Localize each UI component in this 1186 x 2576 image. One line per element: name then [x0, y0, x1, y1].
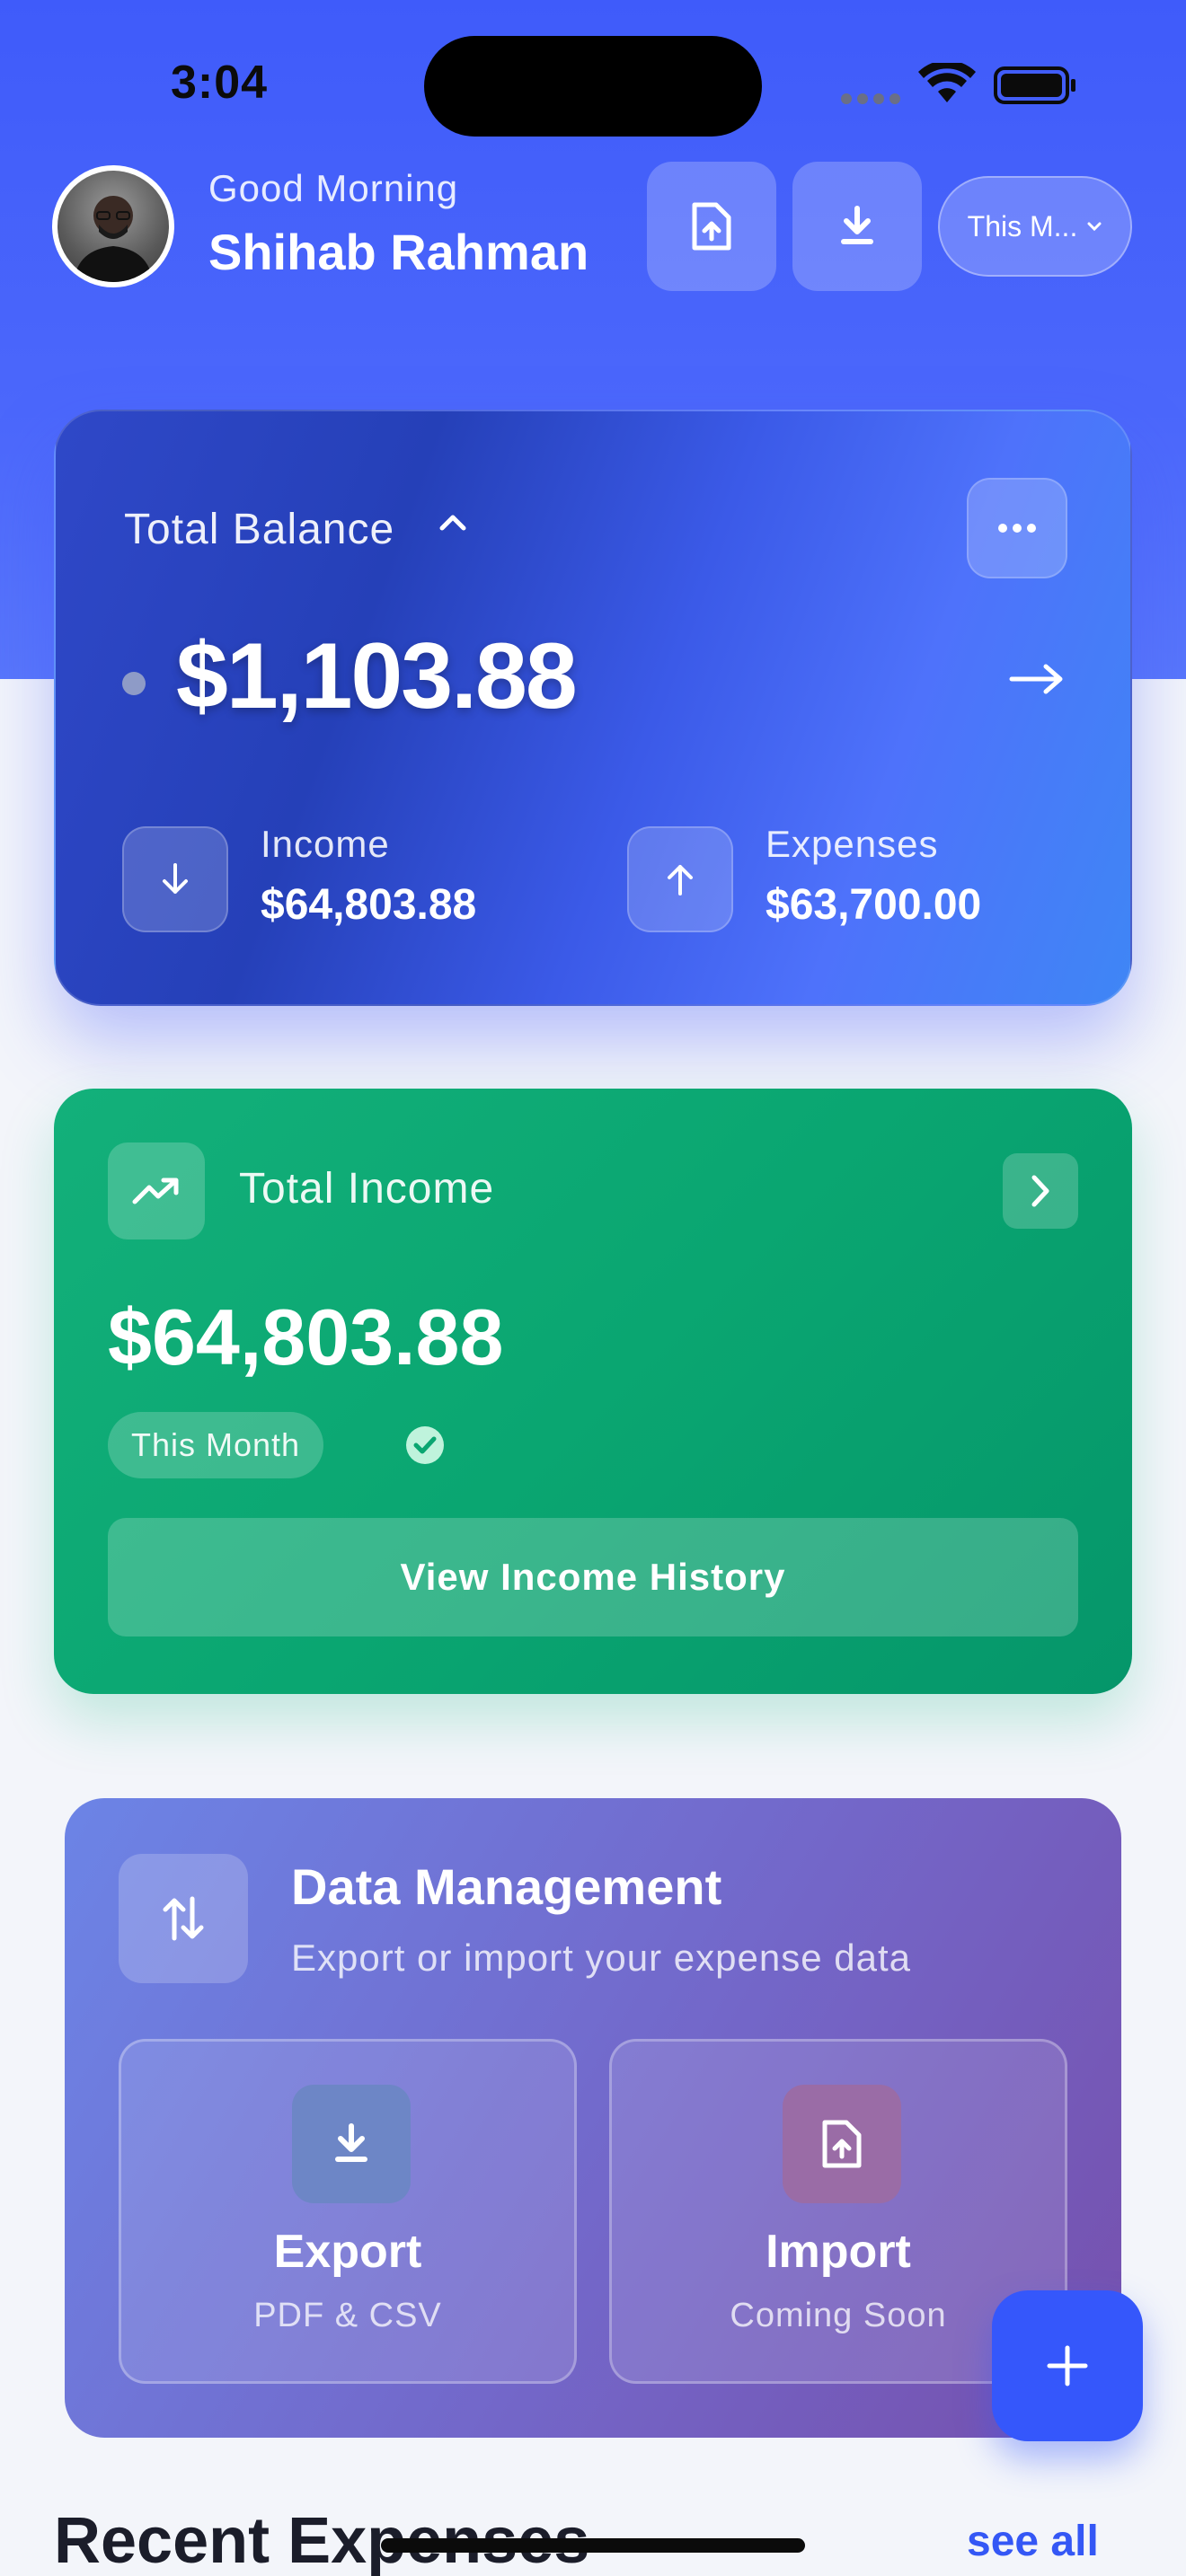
greeting-text: Good Morning	[208, 167, 459, 209]
chevron-right-icon	[1031, 1175, 1049, 1207]
trend-icon-box	[108, 1142, 205, 1239]
file-upload-icon	[822, 2120, 862, 2168]
total-income-card[interactable]: Total Income $64,803.88 This Month View …	[54, 1089, 1132, 1694]
plus-icon	[1047, 2345, 1088, 2386]
export-title: Export	[273, 2226, 422, 2278]
income-card-title: Total Income	[239, 1165, 495, 1213]
arrow-right-icon[interactable]	[1008, 661, 1066, 697]
download-button[interactable]	[792, 162, 922, 291]
period-label: This M...	[967, 209, 1078, 243]
period-selector[interactable]: This M...	[938, 176, 1132, 277]
view-income-history-button[interactable]: View Income History	[108, 1518, 1078, 1636]
file-upload-icon	[692, 202, 731, 251]
trend-up-icon	[132, 1178, 179, 1204]
signal-icon	[841, 93, 900, 104]
data-management-subtitle: Export or import your expense data	[291, 1936, 912, 1979]
more-options-button[interactable]	[967, 478, 1067, 578]
export-icon-box	[292, 2085, 411, 2203]
data-management-card: Data Management Export or import your ex…	[65, 1798, 1121, 2438]
export-file-button[interactable]	[647, 162, 776, 291]
export-subtitle: PDF & CSV	[253, 2297, 442, 2334]
income-icon-box	[122, 826, 228, 932]
more-icon	[998, 524, 1036, 533]
export-tile[interactable]: Export PDF & CSV	[119, 2039, 577, 2384]
swap-vertical-icon	[163, 1896, 204, 1941]
status-time: 3:04	[171, 57, 269, 109]
status-dot	[122, 672, 146, 695]
arrow-down-icon	[163, 863, 188, 894]
download-icon	[841, 206, 873, 244]
expenses-icon-box	[627, 826, 733, 932]
battery-icon	[994, 66, 1075, 104]
dynamic-island	[424, 36, 762, 137]
data-management-title: Data Management	[291, 1858, 722, 1915]
income-details-button[interactable]	[1003, 1153, 1078, 1229]
balance-amount: $1,103.88	[176, 624, 578, 728]
see-all-link[interactable]: see all	[967, 2517, 1099, 2566]
status-icons	[836, 60, 1078, 108]
period-badge: This Month	[108, 1412, 324, 1478]
import-title: Import	[766, 2226, 911, 2278]
add-expense-button[interactable]	[992, 2290, 1143, 2441]
wifi-icon	[918, 60, 976, 102]
income-label: Income	[261, 823, 390, 865]
balance-card[interactable]: Total Balance $1,103.88 Income $64,803.8…	[54, 410, 1132, 1006]
income-amount: $64,803.88	[108, 1292, 504, 1381]
home-indicator	[381, 2538, 805, 2553]
expenses-label: Expenses	[766, 823, 939, 865]
balance-title: Total Balance	[124, 506, 395, 553]
expenses-value: $63,700.00	[766, 881, 982, 929]
user-name: Shihab Rahman	[208, 224, 589, 280]
swap-icon-box	[119, 1854, 248, 1983]
chevron-down-icon	[1087, 222, 1102, 232]
import-icon-box	[783, 2085, 901, 2203]
check-circle-icon	[406, 1426, 444, 1464]
income-value: $64,803.88	[261, 881, 477, 929]
arrow-up-icon	[668, 865, 693, 895]
download-icon	[335, 2123, 367, 2162]
avatar[interactable]	[52, 165, 174, 287]
chevron-up-icon[interactable]	[437, 507, 469, 539]
